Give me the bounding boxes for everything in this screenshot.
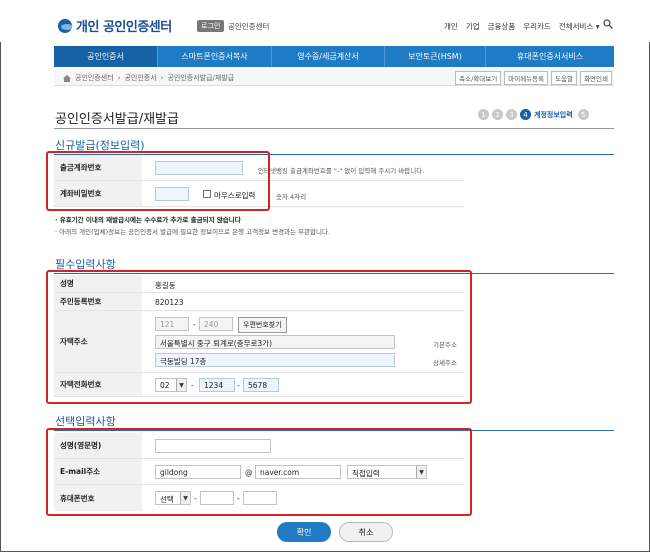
site-logo[interactable]: 개인 공인인증센터 xyxy=(58,16,172,35)
nav-item-hsm[interactable]: 보안토큰(HSM) xyxy=(385,46,486,67)
logo-text: 개인 공인인증센터 xyxy=(76,20,172,35)
top-link-personal[interactable]: 개인 xyxy=(444,21,458,32)
top-bar: 개인 공인인증센터 로그인 공인인증센터 개인 기업 금융상품 우리카드 전체서… xyxy=(0,0,650,42)
breadcrumb-separator: › xyxy=(160,74,164,82)
nav-item-mobile-cert[interactable]: 휴대폰인증서서비스 xyxy=(486,46,614,67)
home-icon[interactable] xyxy=(63,74,71,82)
notice-info: · 아래의 개인(업체)정보는 공인인증서 발급에 필요한 정보이므로 은행 고… xyxy=(55,228,331,236)
breadcrumb-item[interactable]: 공인인증서발급/재발급 xyxy=(167,73,234,83)
cancel-button[interactable]: 취소 xyxy=(339,522,393,542)
page-title: 공인인증서발급/재발급 xyxy=(55,112,179,127)
highlight-box-account xyxy=(46,151,270,211)
main-nav: 공인인증서 스마트폰인증서복사 영수증/세금계산서 보안토큰(HSM) 휴대폰인… xyxy=(54,46,614,67)
breadcrumb-bar: 공인인증센터 › 공인인증서 › 공인인증서발급/재발급 축소/확대보기 마이메… xyxy=(54,68,614,86)
highlight-box-optional xyxy=(46,428,472,516)
step-5: 5 xyxy=(577,109,589,120)
help-button[interactable]: 도움말 xyxy=(551,71,578,85)
nav-item-smartphone-copy[interactable]: 스마트폰인증서복사 xyxy=(158,46,272,67)
title-divider xyxy=(54,128,614,129)
breadcrumb-item[interactable]: 공인인증센터 xyxy=(75,73,114,83)
top-link-products[interactable]: 금융상품 xyxy=(488,21,516,32)
search-icon[interactable] xyxy=(603,19,613,29)
step-2: 2 xyxy=(492,109,503,120)
login-center-label: 공인인증센터 xyxy=(228,22,270,31)
nav-item-certificate[interactable]: 공인인증서 xyxy=(54,46,158,67)
nav-item-receipt[interactable]: 영수증/세금계산서 xyxy=(272,46,385,67)
highlight-box-required xyxy=(46,270,472,404)
section-title-optional: 선택입력사항 xyxy=(55,415,116,428)
password-hint: 숫자 4자리 xyxy=(276,193,307,201)
notice-fee: · 유효기간 이내의 재발급시에는 수수료가 추가로 출금되지 않습니다 xyxy=(55,216,241,224)
logo-icon xyxy=(58,18,72,33)
step-indicator: 1 2 3 4 계정정보입력 5 xyxy=(478,109,589,120)
utility-buttons: 축소/확대보기 마이메뉴등록 도움말 화면인쇄 xyxy=(455,71,612,85)
breadcrumb: 공인인증센터 › 공인인증서 › 공인인증서발급/재발급 xyxy=(63,73,234,83)
breadcrumb-item[interactable]: 공인인증서 xyxy=(124,73,156,83)
step-4-current: 4 xyxy=(520,109,531,120)
zoom-button[interactable]: 축소/확대보기 xyxy=(455,71,502,85)
top-link-all-services[interactable]: 전체서비스 ▾ xyxy=(559,21,600,32)
step-3: 3 xyxy=(506,109,517,120)
breadcrumb-separator: › xyxy=(117,74,121,82)
my-menu-button[interactable]: 마이메뉴등록 xyxy=(504,71,549,85)
current-step-label: 계정정보입력 xyxy=(534,110,573,119)
account-number-hint: 인터넷뱅킹 출금계좌번호를 "-" 없이 입력해 주시기 바랍니다. xyxy=(258,167,425,175)
top-links: 개인 기업 금융상품 우리카드 전체서비스 ▾ xyxy=(444,21,600,32)
step-1: 1 xyxy=(478,109,489,120)
top-link-business[interactable]: 기업 xyxy=(466,21,480,32)
confirm-button[interactable]: 확인 xyxy=(277,522,331,542)
top-link-card[interactable]: 우리카드 xyxy=(523,21,551,32)
print-button[interactable]: 화면인쇄 xyxy=(580,71,612,85)
login-button[interactable]: 로그인 xyxy=(197,20,225,32)
